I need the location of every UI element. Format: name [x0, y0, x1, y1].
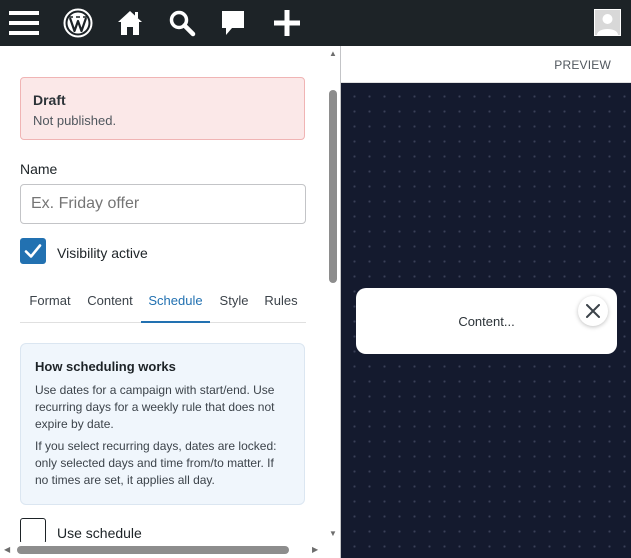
visibility-label: Visibility active: [57, 245, 148, 261]
horizontal-scrollbar[interactable]: ◀ ▶: [0, 542, 326, 558]
close-icon: [586, 304, 600, 318]
info-paragraph-1: Use dates for a campaign with start/end.…: [35, 383, 275, 431]
name-label: Name: [20, 161, 58, 177]
tab-rules[interactable]: Rules: [263, 293, 299, 323]
popup-close-button[interactable]: [578, 296, 608, 326]
tab-schedule[interactable]: Schedule: [141, 293, 210, 323]
info-title: How scheduling works: [35, 359, 176, 374]
search-icon[interactable]: [164, 5, 200, 41]
scroll-up-arrow-icon[interactable]: ▲: [329, 50, 337, 58]
menu-icon[interactable]: [6, 5, 42, 41]
scroll-down-arrow-icon[interactable]: ▼: [329, 530, 337, 538]
tab-style[interactable]: Style: [216, 293, 252, 323]
tab-bar: Format Content Schedule Style Rules: [20, 293, 306, 323]
wordpress-logo-icon[interactable]: [60, 5, 96, 41]
home-icon[interactable]: [112, 5, 148, 41]
tab-format[interactable]: Format: [28, 293, 72, 323]
visibility-checkbox[interactable]: [20, 238, 46, 264]
preview-header: PREVIEW: [341, 46, 631, 83]
scroll-left-arrow-icon[interactable]: ◀: [4, 546, 10, 554]
comments-icon[interactable]: [215, 5, 251, 41]
scheduling-info-box: How scheduling works Use dates for a cam…: [20, 343, 305, 505]
horizontal-scroll-thumb[interactable]: [17, 546, 289, 554]
preview-title: PREVIEW: [554, 58, 611, 72]
use-schedule-label: Use schedule: [57, 525, 142, 541]
use-schedule-checkbox[interactable]: [20, 518, 46, 544]
popup-content-text: Content...: [458, 313, 515, 329]
vertical-scrollbar[interactable]: ▲ ▼: [326, 46, 340, 542]
scroll-right-arrow-icon[interactable]: ▶: [312, 546, 318, 554]
preview-canvas: Content...: [341, 83, 631, 558]
info-paragraph-2: If you select recurring days, dates are …: [35, 439, 277, 487]
vertical-scroll-thumb[interactable]: [329, 90, 337, 283]
draft-notice: Draft Not published.: [20, 77, 305, 140]
plus-icon[interactable]: [269, 5, 305, 41]
avatar[interactable]: [594, 9, 621, 36]
notice-title: Draft: [33, 92, 66, 108]
notice-subtitle: Not published.: [33, 113, 117, 128]
tab-content[interactable]: Content: [84, 293, 136, 323]
name-input[interactable]: [20, 184, 306, 224]
settings-panel: Draft Not published. Name Visibility act…: [0, 46, 340, 558]
admin-bar: [0, 0, 631, 46]
preview-popup: Content...: [356, 288, 617, 354]
preview-panel: PREVIEW Content...: [341, 46, 631, 558]
